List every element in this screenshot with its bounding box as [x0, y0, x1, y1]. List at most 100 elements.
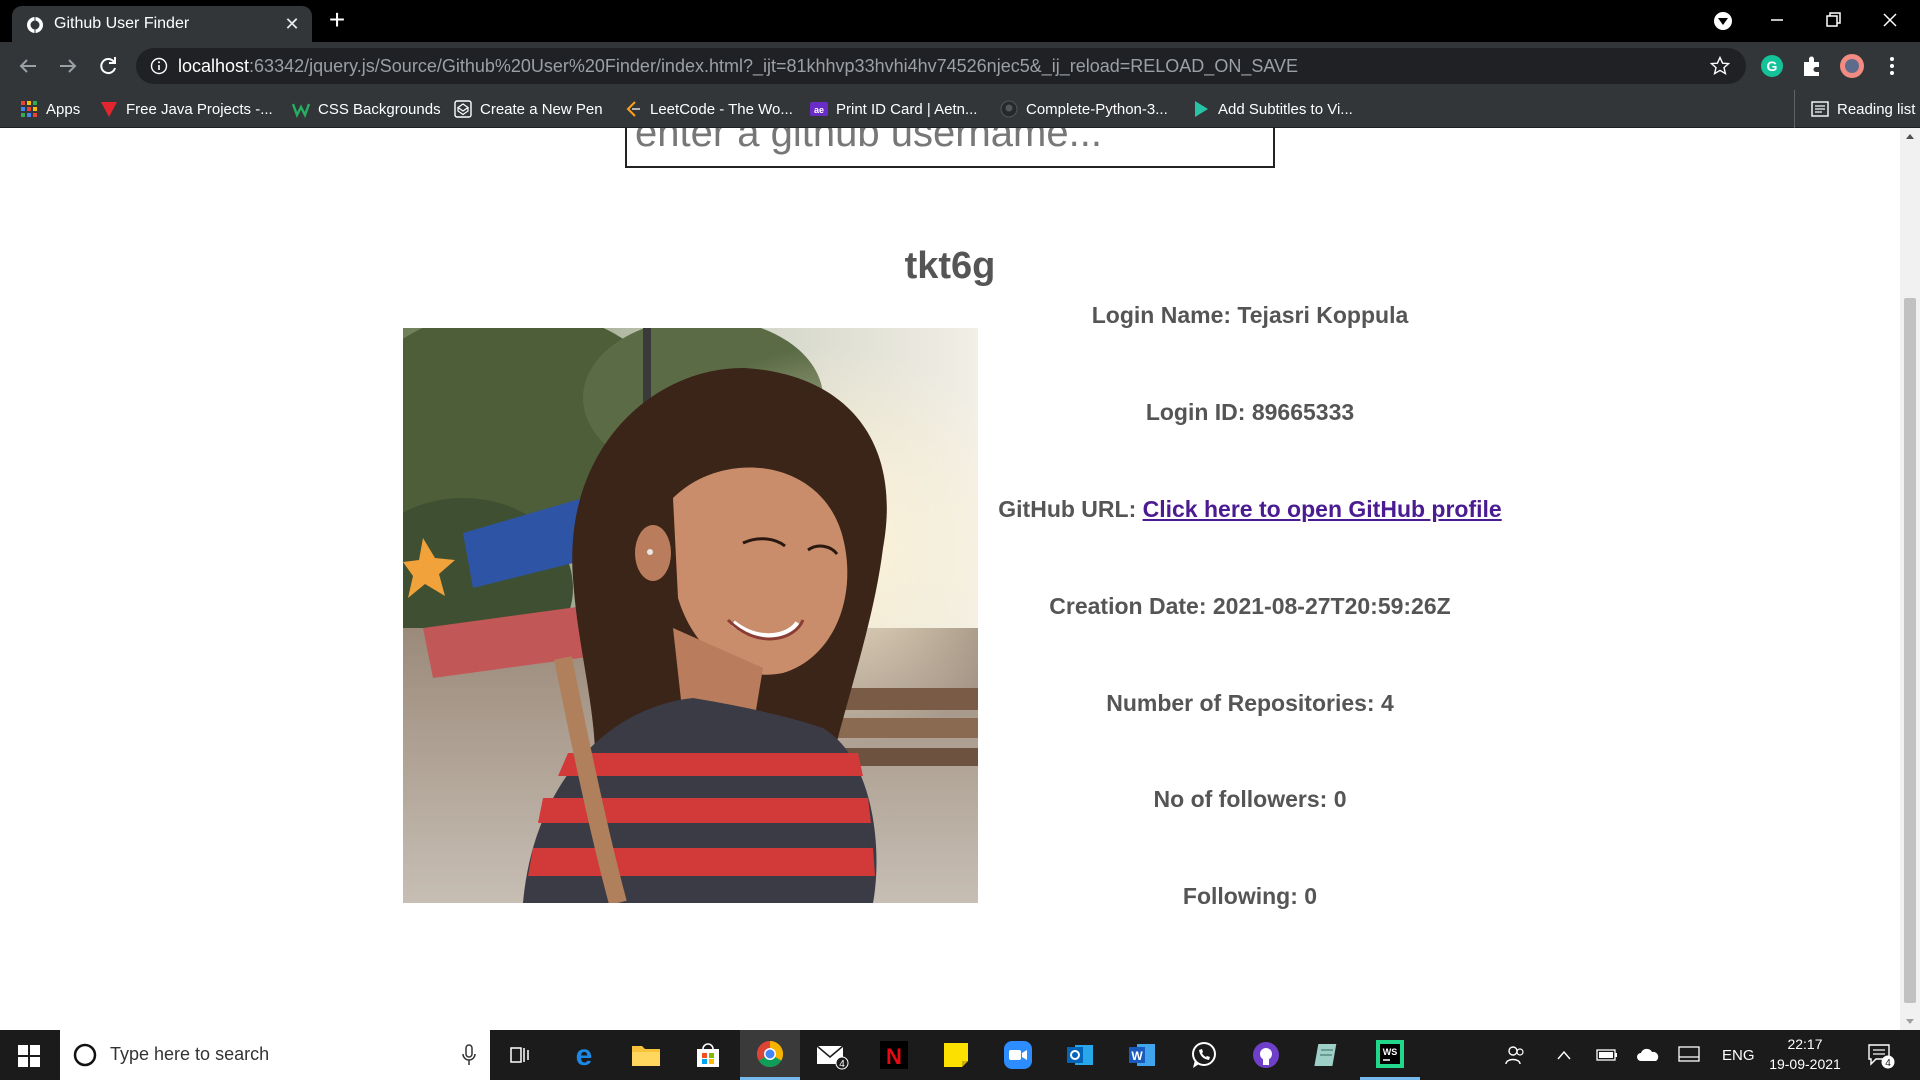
url-path: :63342/jquery.js/Source/Github%20User%20… [249, 56, 1299, 76]
taskbar-sticky-notes[interactable] [926, 1030, 986, 1080]
scrollbar-thumb[interactable] [1904, 298, 1916, 1003]
taskbar-webstorm[interactable]: WS [1360, 1030, 1420, 1080]
whatsapp-icon [1192, 1042, 1216, 1068]
close-icon[interactable]: ✕ [282, 14, 302, 34]
github-desktop-icon [1253, 1042, 1279, 1068]
taskbar-file-explorer[interactable] [616, 1030, 676, 1080]
github-icon [1000, 100, 1018, 118]
login-id-value: 89665333 [1251, 399, 1355, 425]
following-row: Following: 0 [980, 883, 1520, 910]
info-icon[interactable] [150, 57, 168, 75]
more-menu-icon[interactable] [1880, 54, 1904, 78]
bookmark-create-new-pen[interactable]: Create a New Pen [454, 90, 603, 128]
battery-tray[interactable] [1596, 1030, 1618, 1080]
chevron-up-icon [1557, 1050, 1571, 1060]
onedrive-tray[interactable] [1636, 1030, 1660, 1080]
globe-icon [27, 17, 43, 33]
page-scrollbar[interactable] [1900, 128, 1920, 1030]
plus-icon[interactable]: + [324, 6, 350, 34]
bookmark-css-backgrounds[interactable]: CSS Backgrounds [292, 90, 441, 128]
username-search-input[interactable] [625, 128, 1275, 168]
creation-date-label: Creation Date: [1049, 593, 1207, 619]
github-profile-link[interactable]: Click here to open GitHub profile [1143, 496, 1502, 522]
taskbar-github-desktop[interactable] [1236, 1030, 1296, 1080]
bookmark-add-subtitles[interactable]: Add Subtitles to Vi... [1192, 90, 1353, 128]
svg-text:G: G [1767, 58, 1778, 74]
windows-start-icon[interactable] [18, 1045, 40, 1067]
github-url-label: GitHub URL: [998, 496, 1137, 522]
taskbar-whatsapp[interactable] [1174, 1030, 1234, 1080]
taskbar-mail[interactable]: 4 [802, 1030, 862, 1080]
taskbar-store[interactable] [678, 1030, 738, 1080]
bookmark-label: Create a New Pen [480, 100, 603, 118]
task-view-button[interactable] [490, 1030, 550, 1080]
restore-icon[interactable] [1813, 4, 1853, 36]
puzzle-extensions-icon[interactable] [1800, 54, 1824, 78]
reload-icon[interactable] [94, 52, 122, 80]
input-language[interactable]: ENG [1722, 1030, 1755, 1080]
browser-tab[interactable]: Github User Finder ✕ [12, 6, 312, 42]
window-close-icon[interactable] [1870, 4, 1910, 36]
bookmark-label: Apps [46, 100, 81, 118]
bookmark-print-id-card[interactable]: ae Print ID Card | Aetn... [810, 90, 977, 128]
bookmark-label: Complete-Python-3... [1026, 100, 1168, 118]
clock-time: 22:17 [1787, 1036, 1823, 1052]
display-tray[interactable] [1678, 1030, 1700, 1080]
monitor-icon [1678, 1046, 1700, 1062]
taskbar-zoom[interactable] [988, 1030, 1048, 1080]
action-center-button[interactable]: 4 [1866, 1030, 1896, 1080]
profile-avatar-icon[interactable] [1840, 54, 1864, 78]
login-name-label: Login Name: [1091, 302, 1232, 328]
taskbar-search-box[interactable]: Type here to search [60, 1030, 490, 1080]
browser-toolbar: localhost:63342/jquery.js/Source/Github%… [0, 42, 1920, 90]
github-url-row: GitHub URL: Click here to open GitHub pr… [980, 496, 1520, 523]
bookmark-complete-python[interactable]: Complete-Python-3... [1000, 90, 1168, 128]
microphone-icon[interactable] [462, 1044, 476, 1066]
taskbar-word[interactable]: W [1112, 1030, 1172, 1080]
show-hidden-icons[interactable] [1556, 1030, 1572, 1080]
bookmark-label: Print ID Card | Aetn... [836, 100, 978, 118]
taskbar-chrome[interactable] [740, 1030, 800, 1080]
avatar-image [403, 328, 978, 903]
cortana-circle-icon [73, 1043, 97, 1067]
grammarly-icon[interactable]: G [1760, 54, 1784, 78]
svg-text:N: N [886, 1044, 902, 1069]
star-icon[interactable] [1710, 56, 1730, 76]
repositories-value: 4 [1380, 690, 1394, 716]
taskbar-outlook[interactable] [1050, 1030, 1110, 1080]
system-clock[interactable]: 22:17 19-09-2021 [1760, 1034, 1850, 1074]
reading-list-button[interactable]: Reading list [1794, 90, 1915, 128]
svg-text:ae: ae [814, 105, 824, 115]
back-arrow-icon[interactable] [14, 52, 42, 80]
svg-text:WS: WS [1383, 1047, 1398, 1057]
people-icon [1505, 1046, 1524, 1065]
reading-list-icon [1811, 101, 1829, 117]
people-tray[interactable] [1504, 1030, 1526, 1080]
id-card-icon: ae [810, 102, 828, 116]
forward-arrow-icon[interactable] [54, 52, 82, 80]
taskbar-netflix[interactable]: N [864, 1030, 924, 1080]
user-avatar-photo [403, 328, 978, 903]
followers-label: No of followers: [1153, 786, 1328, 812]
scroll-down-arrow-icon[interactable] [1905, 1018, 1915, 1026]
scroll-up-arrow-icon[interactable] [1905, 132, 1915, 140]
outlook-icon [1067, 1045, 1093, 1065]
minimize-icon[interactable] [1757, 4, 1797, 36]
bookmark-label: CSS Backgrounds [318, 100, 441, 118]
bookmark-free-java-projects[interactable]: Free Java Projects -... [100, 90, 273, 128]
taskbar-edge[interactable]: e [554, 1030, 614, 1080]
github-username-heading: tkt6g [904, 245, 996, 287]
bookmark-leetcode[interactable]: LeetCode - The Wo... [624, 90, 793, 128]
bookmark-apps[interactable]: Apps [20, 90, 80, 128]
cloud-icon [1637, 1048, 1659, 1061]
notepad-icon [1314, 1044, 1337, 1066]
followers-row: No of followers: 0 [980, 786, 1520, 813]
green-w-icon [292, 103, 310, 118]
login-id-label: Login ID: [1145, 399, 1246, 425]
profile-menu-icon[interactable] [1703, 4, 1743, 36]
following-value: 0 [1304, 883, 1318, 909]
taskbar-notepad[interactable] [1298, 1030, 1358, 1080]
address-bar[interactable]: localhost:63342/jquery.js/Source/Github%… [136, 48, 1746, 84]
repositories-label: Number of Repositories: [1106, 690, 1375, 716]
red-v-icon [101, 102, 117, 117]
